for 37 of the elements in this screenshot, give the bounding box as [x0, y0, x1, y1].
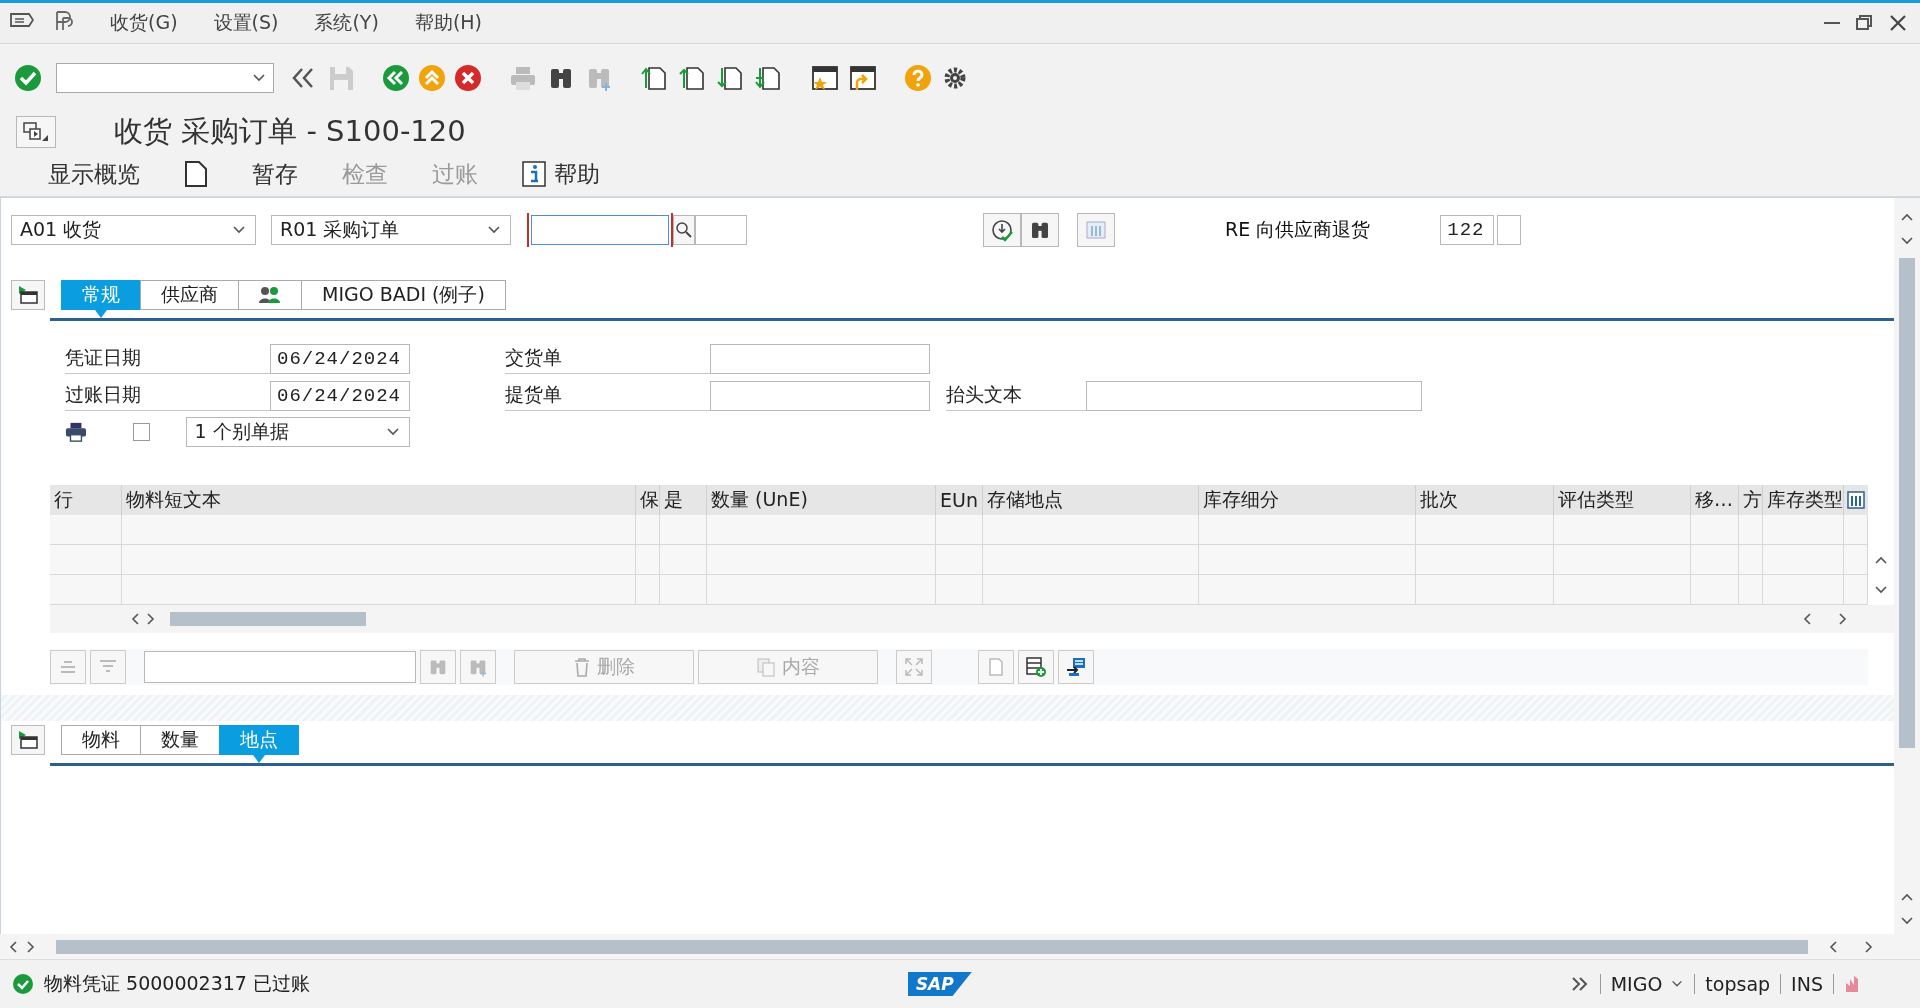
slip-type-dropdown[interactable]: 1 个别单据	[185, 417, 410, 447]
menu-item[interactable]: 收货(G)	[110, 10, 178, 36]
help-button[interactable]: 帮助	[504, 158, 618, 190]
status-message: 物料凭证 5000002317 已过账	[44, 971, 310, 996]
toolbar-button[interactable]: 显示概览	[30, 158, 158, 190]
movement-type-label: RE 向供应商退货	[1225, 217, 1371, 242]
column-header: 保	[636, 485, 660, 515]
column-header: 物料短文本	[122, 485, 636, 515]
server-name: topsap	[1705, 973, 1771, 995]
tab[interactable]: 数量	[140, 725, 219, 755]
menu-item[interactable]: 帮助(H)	[414, 10, 482, 36]
movement-type-field[interactable]: 122	[1440, 215, 1495, 245]
tab[interactable]: 物料	[61, 725, 140, 755]
column-header: 评估类型	[1554, 485, 1691, 515]
column-header: 行	[50, 485, 122, 515]
column-header: 是	[660, 485, 707, 515]
column-header: 库存细分	[1199, 485, 1416, 515]
transaction-dropdown[interactable]: MIGO	[1610, 973, 1685, 995]
column-header: EUn	[936, 485, 983, 515]
input-mode: INS	[1791, 973, 1823, 995]
logo: SAP	[907, 972, 972, 996]
column-header: 移…	[1691, 485, 1739, 515]
tab[interactable]: MIGO BADI (例子)	[301, 280, 506, 310]
column-header: 方	[1739, 485, 1763, 515]
menu-item[interactable]: 系统(Y)	[314, 10, 379, 36]
menu-item[interactable]: 设置(S)	[213, 10, 279, 36]
column-header: 库存类型	[1763, 485, 1844, 515]
action-dropdown[interactable]: A01 收货	[11, 215, 256, 245]
column-header: 存储地点	[983, 485, 1199, 515]
column-header: 批次	[1416, 485, 1554, 515]
toolbar-button[interactable]: 暂存	[234, 158, 316, 190]
screen-title: 收货 采购订单 - S100-120	[114, 113, 466, 150]
date-field[interactable]: 06/24/2024	[270, 380, 410, 411]
tab[interactable]: 供应商	[140, 280, 238, 310]
reference-dropdown[interactable]: R01 采购订单	[271, 215, 511, 245]
column-header: 数量 (UnE)	[707, 485, 936, 515]
date-field[interactable]: 06/24/2024	[270, 343, 410, 374]
